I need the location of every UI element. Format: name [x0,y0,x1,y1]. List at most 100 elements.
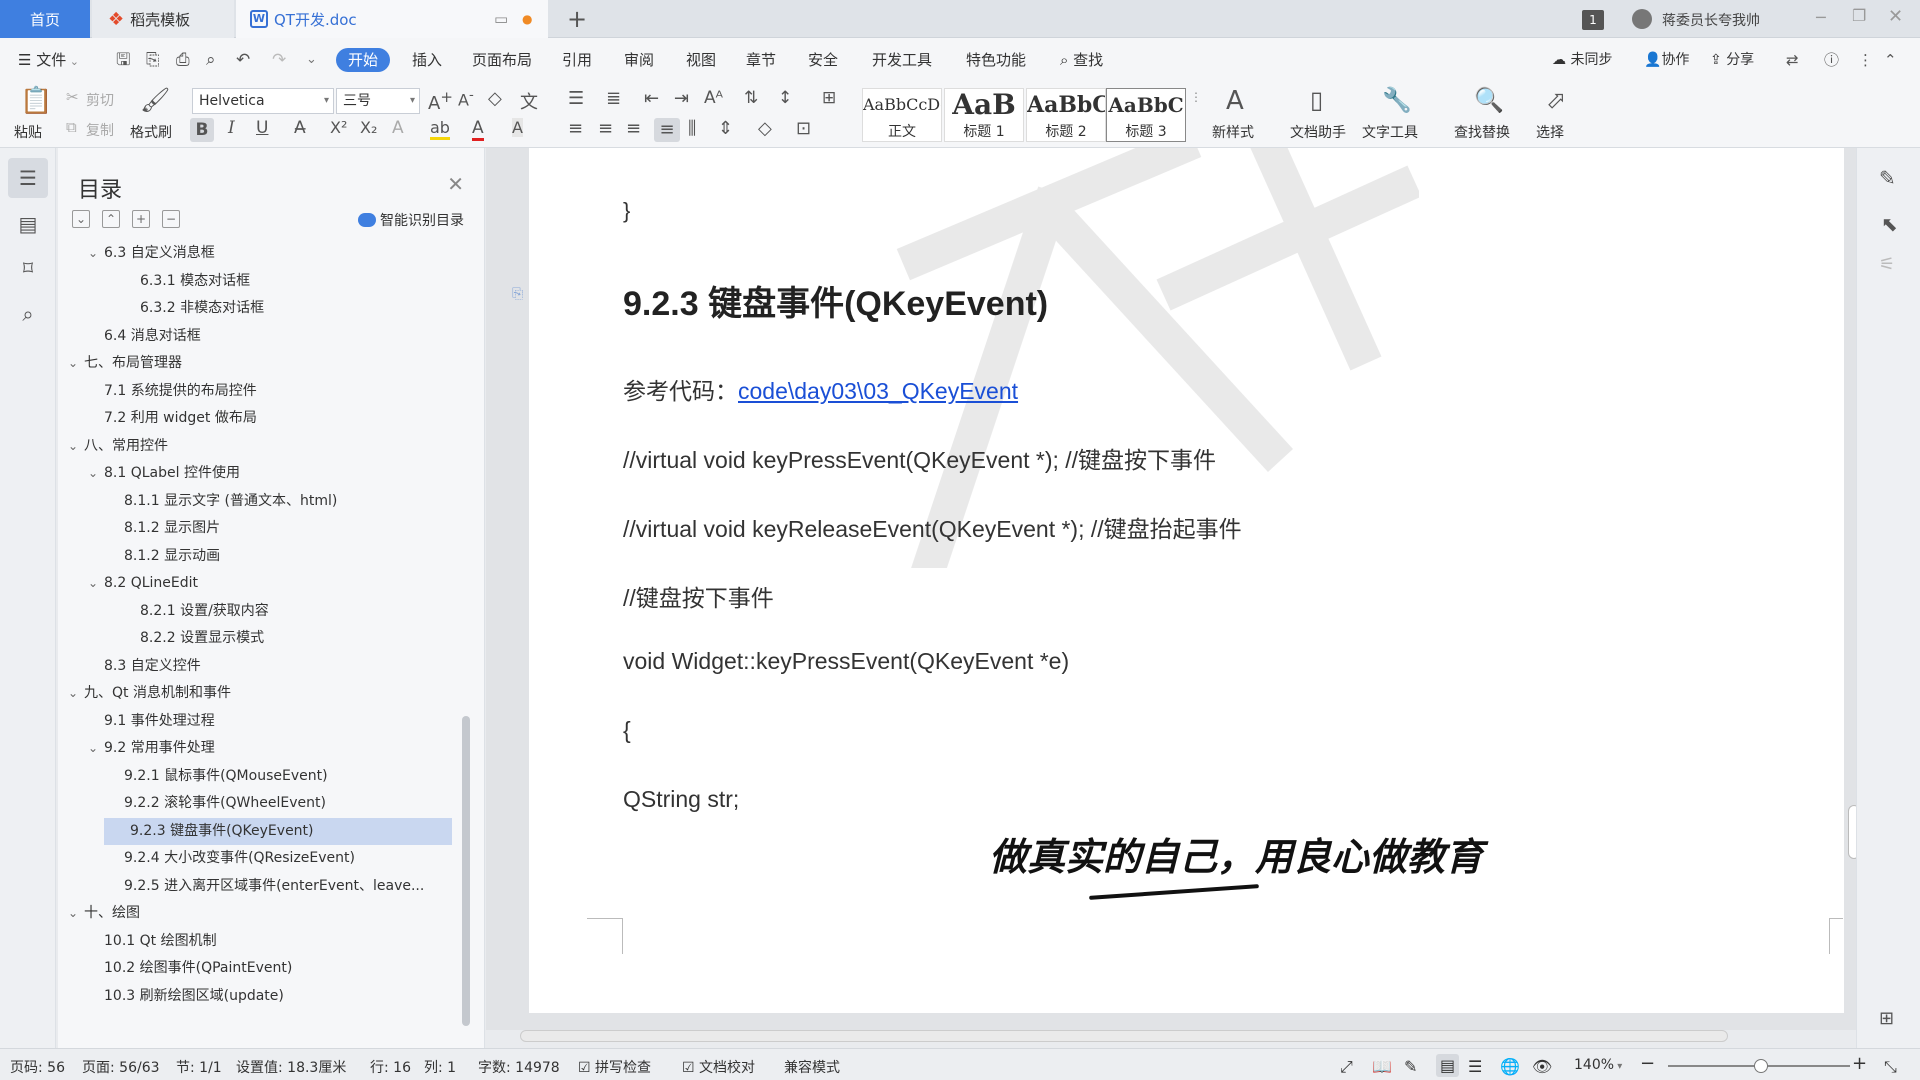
copy-button[interactable]: 复制 [86,120,114,140]
subscript-button[interactable]: X₂ [360,118,377,137]
close-icon[interactable]: ✕ [447,172,464,196]
toc-item[interactable]: 8.3 自定义控件 [68,653,468,680]
zoom-slider-handle[interactable] [1754,1059,1768,1073]
tab-document[interactable]: W QT开发.doc ▭ ● [236,0,548,38]
monitor-icon[interactable]: ▭ [494,10,508,28]
toc-item[interactable]: 8.1.2 显示动画 [68,543,468,570]
bookmark-icon[interactable]: ⌑ [8,248,48,288]
toc-panel-icon[interactable]: ☰ [8,158,48,198]
menu-insert[interactable]: 插入 [412,48,442,72]
justify-icon[interactable]: ≡ [654,118,680,142]
toc-item[interactable]: ⌄ 6.3 自定义消息框 [68,240,468,267]
print-icon[interactable]: ⎙ [176,48,190,72]
export-icon[interactable]: ⎘ [146,48,160,72]
doc-helper-icon[interactable]: ▯ [1310,86,1323,114]
select-cursor-icon[interactable]: ⬀ [1546,86,1566,114]
text-effect-button[interactable]: A [392,118,404,138]
pages-panel-icon[interactable]: ▤ [8,204,48,244]
format-painter-button[interactable]: 格式刷 [130,122,172,142]
zoom-level[interactable]: 140% ▾ [1574,1057,1622,1073]
zoom-in-icon[interactable]: + [1852,1053,1867,1074]
redo-icon[interactable]: ↷ [272,48,286,72]
format-painter-icon[interactable]: 🖌 [140,86,170,114]
font-name-select[interactable]: Helvetica ▾ [192,88,334,114]
file-menu[interactable]: ☰ 文件 ⌄ [18,48,79,72]
doc-helper-button[interactable]: 文档助手 [1290,122,1346,142]
toc-item[interactable]: 7.1 系统提供的布局控件 [68,378,468,405]
cut-icon[interactable]: ✂ [66,88,79,106]
chevron-down-icon[interactable]: ⌄ [68,433,84,460]
status-page-number[interactable]: 页码: 56 [10,1057,65,1077]
text-direction-icon[interactable]: Aᴬ [704,88,723,108]
page-badge[interactable]: 1 [1582,10,1604,30]
reference-link[interactable]: code\day03\03_QKeyEvent [738,378,1018,404]
distribute-icon[interactable]: ⫼ [688,118,696,139]
copy-icon[interactable]: ⧉ [66,118,77,136]
increase-indent-icon[interactable]: ⇥ [674,88,689,109]
avatar[interactable] [1632,9,1652,29]
toc-item[interactable]: ⌄ 9.2 常用事件处理 [68,735,468,762]
save-icon[interactable]: 🖫 [116,48,130,72]
proofread-button[interactable]: ☑ 文档校对 [682,1057,755,1077]
horizontal-scrollbar[interactable] [520,1030,1728,1042]
chevron-down-icon[interactable]: ⌄ [88,735,104,762]
collapse-ribbon-icon[interactable]: ⌃ [1884,48,1897,72]
style-normal[interactable]: AaBbCcDd 正文 [862,88,942,142]
paragraph-spacing-icon[interactable]: ⇕ [718,118,733,139]
menu-page-layout[interactable]: 页面布局 [472,48,532,72]
wrench-icon[interactable]: 🔧 [1382,86,1412,114]
style-heading-3[interactable]: AaBbC 标题 3 [1106,88,1186,142]
menu-search[interactable]: ⌕ 查找 [1060,48,1103,72]
border-icon[interactable]: ⊡ [796,118,811,139]
styles-scroll-icon[interactable]: ⋮ [1190,90,1202,104]
minimize-icon[interactable]: ─ [1816,8,1826,27]
search-panel-icon[interactable]: ⌕ [8,294,48,334]
zoom-out-icon[interactable]: − [1640,1053,1655,1074]
read-mode-icon[interactable]: 📖 [1372,1057,1392,1076]
clear-format-icon[interactable]: ◇ [488,88,502,109]
layout-switch-icon[interactable]: ⇄ [1786,48,1799,72]
toc-item[interactable]: ⌄ 八、常用控件 [68,433,468,460]
restore-icon[interactable]: ❐ [1852,6,1866,25]
decrease-indent-icon[interactable]: ⇤ [644,88,659,109]
align-center-icon[interactable]: ≡ [598,118,613,139]
find-replace-button[interactable]: 查找替换 [1454,122,1510,142]
toc-item[interactable]: ⌄ 九、Qt 消息机制和事件 [68,680,468,707]
chevron-down-icon[interactable]: ⌄ [68,900,84,927]
edit-pen-icon[interactable]: ✎ [1879,166,1896,190]
phonetic-icon[interactable]: 文 [520,88,538,114]
bullet-list-icon[interactable]: ☰ [568,88,584,109]
toc-item[interactable]: 10.2 绘图事件(QPaintEvent) [68,955,468,982]
highlight-button[interactable]: ab [430,118,450,140]
add-heading-icon[interactable]: + [132,210,150,228]
status-word-count[interactable]: 字数: 14978 [478,1057,560,1077]
toc-item[interactable]: 9.2.2 滚轮事件(QWheelEvent) [68,790,468,817]
new-style-icon[interactable]: A [1226,86,1244,116]
settings-slider-icon[interactable]: ⚟ [1879,254,1895,275]
fit-width-icon[interactable]: ⤡ [1884,1057,1897,1077]
toc-item[interactable]: ⌄ 十、绘图 [68,900,468,927]
toc-item[interactable]: 10.3 刷新绘图区域(update) [68,983,468,1010]
eye-protect-icon[interactable]: 👁 [1532,1057,1552,1076]
menu-review[interactable]: 审阅 [624,48,654,72]
bold-button[interactable]: B [190,118,214,142]
toc-item[interactable]: 6.3.2 非模态对话框 [68,295,468,322]
line-spacing-icon[interactable]: ↕ [778,88,792,108]
toc-item[interactable]: 6.4 消息对话框 [68,323,468,350]
close-icon[interactable]: ✕ [1888,6,1903,27]
pointer-icon[interactable]: ⬉ [1881,212,1898,236]
tab-home[interactable]: 首页 [0,0,90,38]
more-icon[interactable]: ⋮ [1858,48,1873,72]
paste-icon[interactable]: 📋 [20,86,52,116]
cut-button[interactable]: 剪切 [86,90,114,110]
table-grid-icon[interactable]: ⊞ [822,88,836,108]
toc-item[interactable]: 8.2.2 设置显示模式 [68,625,468,652]
smart-toc-button[interactable]: 智能识别目录 [358,210,464,230]
style-heading-2[interactable]: AaBbC 标题 2 [1026,88,1106,142]
user-name[interactable]: 蒋委员长夸我帅 [1662,10,1760,30]
menu-dev-tools[interactable]: 开发工具 [872,48,932,72]
sync-status[interactable]: ☁ 未同步 [1552,48,1612,72]
new-tab-button[interactable]: + [560,0,594,38]
toc-item[interactable]: 8.1.2 显示图片 [68,515,468,542]
menu-start[interactable]: 开始 [336,48,391,72]
